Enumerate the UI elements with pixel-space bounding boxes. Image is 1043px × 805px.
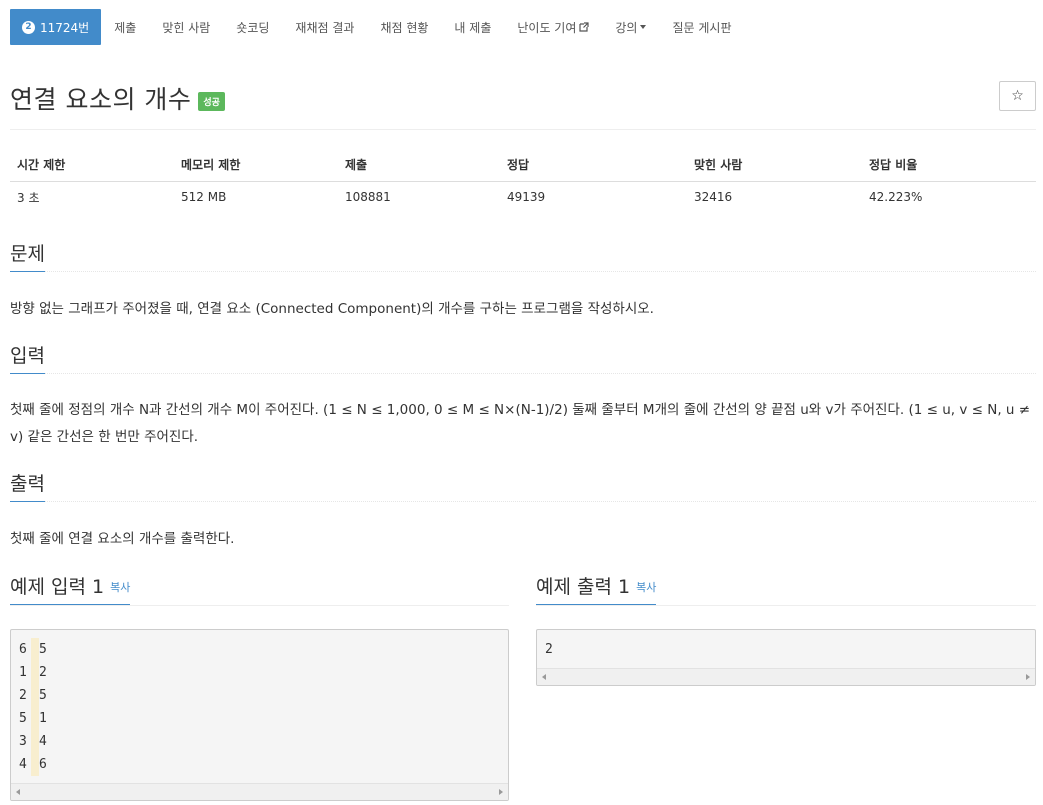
input-heading: 입력 xyxy=(10,344,45,374)
nav-lectures-label: 강의 xyxy=(615,20,638,35)
caret-down-icon xyxy=(640,25,647,29)
sample-output-box[interactable]: 2 xyxy=(536,629,1036,686)
output-description: 첫째 줄에 연결 요소의 개수를 출력한다. xyxy=(10,531,235,547)
nav-judge-status[interactable]: 채점 현황 xyxy=(367,9,441,45)
info-header-row: 시간 제한 메모리 제한 제출 정답 맞힌 사람 정답 비율 xyxy=(10,148,1036,182)
nav-lectures[interactable]: 강의 xyxy=(602,9,659,45)
value-memory-limit: 512 MB xyxy=(181,190,227,205)
sample-input-line: 46 xyxy=(19,753,500,776)
value-solved-users: 32416 xyxy=(694,190,733,205)
problem-info-table: 시간 제한 메모리 제한 제출 정답 맞힌 사람 정답 비율 3 초 512 M… xyxy=(10,148,1036,213)
sample-output-header: 예제 출력 1 복사 xyxy=(536,575,657,605)
problem-heading: 문제 xyxy=(10,242,45,272)
tier-badge-icon: 2 xyxy=(22,20,35,34)
scroll-left-icon[interactable] xyxy=(16,789,20,795)
nav-rejudge-results[interactable]: 재채점 결과 xyxy=(282,9,367,45)
copy-sample-input-link[interactable]: 복사 xyxy=(110,581,130,594)
value-submissions: 108881 xyxy=(345,190,391,205)
nav-difficulty-contribution[interactable]: 난이도 기여 xyxy=(504,9,602,45)
header-memory-limit: 메모리 제한 xyxy=(174,148,338,182)
nav-difficulty-label: 난이도 기여 xyxy=(517,20,577,35)
header-time-limit: 시간 제한 xyxy=(10,148,174,182)
sample-output-divider xyxy=(536,605,1036,606)
problem-section-header: 문제 xyxy=(10,242,1036,272)
nav-problem-number[interactable]: 2 11724번 xyxy=(10,9,102,45)
nav-solved-users[interactable]: 맞힌 사람 xyxy=(149,9,223,45)
sample-input-line: 12 xyxy=(19,661,500,684)
sample-output-scrollbar[interactable] xyxy=(537,668,1035,685)
sample-output-heading: 예제 출력 1 복사 xyxy=(536,575,657,605)
sample-input-line: 65 xyxy=(19,638,500,661)
sample-input-divider xyxy=(10,605,509,606)
sample-output-line: 2 xyxy=(545,642,553,657)
value-time-limit: 3 초 xyxy=(17,190,40,205)
input-section-header: 입력 xyxy=(10,344,1036,374)
problem-description: 방향 없는 그래프가 주어졌을 때, 연결 요소 (Connected Comp… xyxy=(10,301,654,317)
sample-input-box[interactable]: 65 12 25 51 34 46 xyxy=(10,629,509,801)
favorite-star-button[interactable]: ☆ xyxy=(999,81,1036,111)
header-submissions: 제출 xyxy=(338,148,500,182)
problem-number-label: 11724번 xyxy=(40,20,90,35)
header-solved-users: 맞힌 사람 xyxy=(687,148,862,182)
nav-submit[interactable]: 제출 xyxy=(101,9,149,45)
value-accepted: 49139 xyxy=(507,190,546,205)
sample-input-heading: 예제 입력 1 복사 xyxy=(10,575,131,605)
status-badge: 성공 xyxy=(198,91,225,111)
sample-input-line: 34 xyxy=(19,730,500,753)
scroll-right-icon[interactable] xyxy=(1026,674,1030,680)
title-row: 연결 요소의 개수 성공 xyxy=(10,80,225,116)
star-icon: ☆ xyxy=(1011,88,1024,104)
sample-input-scrollbar[interactable] xyxy=(11,783,508,800)
output-heading: 출력 xyxy=(10,472,45,502)
sample-input-lines: 65 12 25 51 34 46 xyxy=(11,630,508,776)
sample-input-line: 51 xyxy=(19,707,500,730)
nav-question-board[interactable]: 질문 게시판 xyxy=(659,9,744,45)
sample-input-title: 예제 입력 1 xyxy=(10,576,105,598)
value-accept-ratio: 42.223% xyxy=(869,190,923,205)
info-value-row: 3 초 512 MB 108881 49139 32416 42.223% xyxy=(10,181,1036,213)
copy-sample-output-link[interactable]: 복사 xyxy=(636,581,656,594)
nav-short-coding[interactable]: 숏코딩 xyxy=(223,9,282,45)
title-divider xyxy=(10,129,1036,130)
sample-input-header: 예제 입력 1 복사 xyxy=(10,575,131,605)
header-accepted: 정답 xyxy=(500,148,687,182)
output-section-header: 출력 xyxy=(10,472,1036,502)
sample-input-line: 25 xyxy=(19,684,500,707)
sample-output-title: 예제 출력 1 xyxy=(536,576,631,598)
input-description: 첫째 줄에 정점의 개수 N과 간선의 개수 M이 주어진다. (1 ≤ N ≤… xyxy=(10,402,1031,445)
external-link-icon xyxy=(579,22,589,32)
page-title: 연결 요소의 개수 xyxy=(10,85,192,114)
sample-output-lines: 2 xyxy=(537,630,1035,661)
nav-my-submissions[interactable]: 내 제출 xyxy=(441,9,504,45)
scroll-right-icon[interactable] xyxy=(499,789,503,795)
header-accept-ratio: 정답 비율 xyxy=(862,148,1036,182)
problem-nav: 2 11724번 제출 맞힌 사람 숏코딩 재채점 결과 채점 현황 내 제출 … xyxy=(10,9,744,45)
scroll-left-icon[interactable] xyxy=(542,674,546,680)
